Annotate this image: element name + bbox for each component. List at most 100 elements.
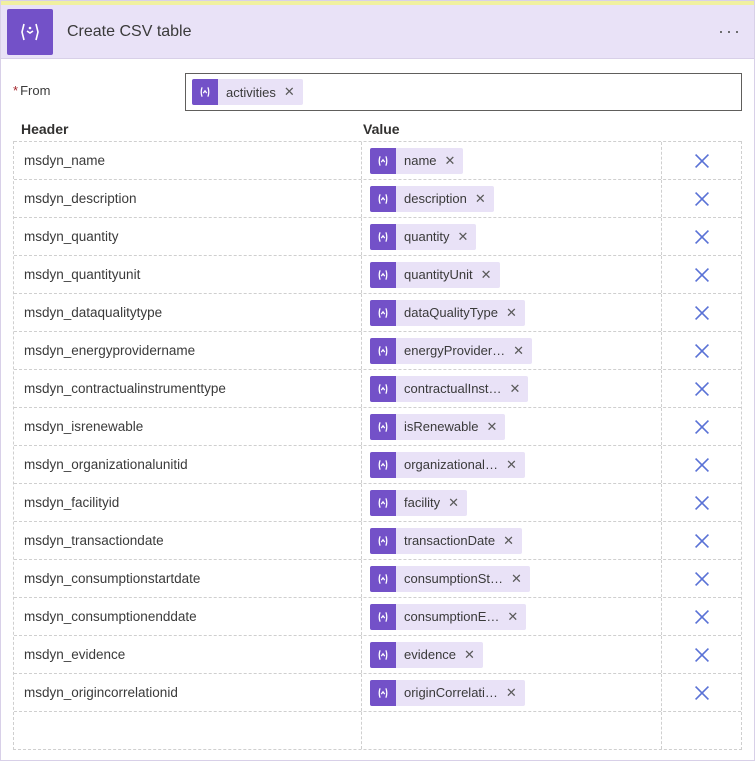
value-token[interactable]: consumptionE…✕ bbox=[370, 604, 526, 630]
value-cell[interactable]: quantity✕ bbox=[362, 218, 662, 255]
remove-token-icon[interactable]: ✕ bbox=[284, 84, 295, 100]
delete-row-icon[interactable] bbox=[691, 226, 713, 248]
mapping-row: msdyn_consumptionstartdate consumptionSt…… bbox=[14, 559, 741, 597]
columns-heading-row: Header Value bbox=[13, 121, 742, 137]
value-cell[interactable]: energyProvider…✕ bbox=[362, 332, 662, 369]
from-input[interactable]: activities ✕ bbox=[185, 73, 742, 111]
header-cell[interactable]: msdyn_dataqualitytype bbox=[14, 294, 362, 331]
mapping-row: msdyn_quantity quantity✕ bbox=[14, 217, 741, 255]
value-token[interactable]: facility✕ bbox=[370, 490, 467, 516]
delete-row-icon[interactable] bbox=[691, 454, 713, 476]
dynamic-content-icon bbox=[370, 338, 396, 364]
value-cell[interactable]: name✕ bbox=[362, 142, 662, 179]
value-cell[interactable]: facility✕ bbox=[362, 484, 662, 521]
value-cell[interactable]: consumptionSt…✕ bbox=[362, 560, 662, 597]
row-actions bbox=[662, 446, 741, 483]
remove-token-icon[interactable]: ✕ bbox=[486, 419, 497, 435]
delete-row-icon[interactable] bbox=[691, 682, 713, 704]
remove-token-icon[interactable]: ✕ bbox=[510, 381, 521, 397]
value-token[interactable]: transactionDate ✕ bbox=[370, 528, 522, 554]
remove-token-icon[interactable]: ✕ bbox=[458, 229, 469, 245]
value-token[interactable]: consumptionSt…✕ bbox=[370, 566, 530, 592]
header-cell[interactable]: msdyn_transactiondate bbox=[14, 522, 362, 559]
remove-token-icon[interactable]: ✕ bbox=[475, 191, 486, 207]
value-token[interactable]: evidence✕ bbox=[370, 642, 483, 668]
delete-row-icon[interactable] bbox=[691, 416, 713, 438]
card-icon bbox=[7, 9, 53, 55]
remove-token-icon[interactable]: ✕ bbox=[464, 647, 475, 663]
delete-row-icon[interactable] bbox=[691, 340, 713, 362]
header-cell[interactable]: msdyn_quantity bbox=[14, 218, 362, 255]
value-token-label: transactionDate bbox=[404, 533, 495, 548]
delete-row-icon[interactable] bbox=[691, 606, 713, 628]
remove-token-icon[interactable]: ✕ bbox=[507, 609, 518, 625]
delete-row-icon[interactable] bbox=[691, 492, 713, 514]
remove-token-icon[interactable]: ✕ bbox=[511, 571, 522, 587]
value-cell[interactable]: organizational…✕ bbox=[362, 446, 662, 483]
delete-row-icon[interactable] bbox=[691, 188, 713, 210]
header-cell[interactable]: msdyn_name bbox=[14, 142, 362, 179]
remove-token-icon[interactable]: ✕ bbox=[506, 685, 517, 701]
value-cell[interactable]: dataQualityType✕ bbox=[362, 294, 662, 331]
from-label: *From bbox=[13, 73, 185, 98]
mapping-row-empty bbox=[14, 711, 741, 749]
delete-row-icon[interactable] bbox=[691, 644, 713, 666]
row-actions bbox=[662, 218, 741, 255]
remove-token-icon[interactable]: ✕ bbox=[445, 153, 456, 169]
delete-row-icon[interactable] bbox=[691, 568, 713, 590]
delete-row-icon[interactable] bbox=[691, 530, 713, 552]
card-header: Create CSV table ··· bbox=[1, 1, 754, 59]
value-cell[interactable]: transactionDate ✕ bbox=[362, 522, 662, 559]
header-cell[interactable]: msdyn_contractualinstrumenttype bbox=[14, 370, 362, 407]
value-cell[interactable]: quantityUnit✕ bbox=[362, 256, 662, 293]
from-token[interactable]: activities ✕ bbox=[192, 79, 303, 105]
header-cell[interactable]: msdyn_facilityid bbox=[14, 484, 362, 521]
remove-token-icon[interactable]: ✕ bbox=[506, 457, 517, 473]
value-token[interactable]: dataQualityType✕ bbox=[370, 300, 525, 326]
value-cell[interactable]: originCorrelati…✕ bbox=[362, 674, 662, 711]
header-cell[interactable]: msdyn_energyprovidername bbox=[14, 332, 362, 369]
value-cell[interactable]: isRenewable✕ bbox=[362, 408, 662, 445]
value-token[interactable]: originCorrelati…✕ bbox=[370, 680, 525, 706]
header-cell[interactable]: msdyn_isrenewable bbox=[14, 408, 362, 445]
value-cell[interactable]: description✕ bbox=[362, 180, 662, 217]
dynamic-content-icon bbox=[370, 148, 396, 174]
value-token[interactable]: name✕ bbox=[370, 148, 463, 174]
delete-row-icon[interactable] bbox=[691, 264, 713, 286]
delete-row-icon[interactable] bbox=[691, 378, 713, 400]
header-cell[interactable]: msdyn_origincorrelationid bbox=[14, 674, 362, 711]
header-cell[interactable]: msdyn_consumptionstartdate bbox=[14, 560, 362, 597]
header-cell[interactable]: msdyn_description bbox=[14, 180, 362, 217]
value-cell[interactable]: contractualInst…✕ bbox=[362, 370, 662, 407]
header-cell[interactable]: msdyn_quantityunit bbox=[14, 256, 362, 293]
remove-token-icon[interactable]: ✕ bbox=[513, 343, 524, 359]
value-token[interactable]: quantityUnit✕ bbox=[370, 262, 500, 288]
required-marker: * bbox=[13, 83, 18, 98]
mapping-row: msdyn_dataqualitytype dataQualityType✕ bbox=[14, 293, 741, 331]
value-cell[interactable]: consumptionE…✕ bbox=[362, 598, 662, 635]
value-token[interactable]: description✕ bbox=[370, 186, 494, 212]
header-cell[interactable]: msdyn_consumptionenddate bbox=[14, 598, 362, 635]
header-cell[interactable]: msdyn_evidence bbox=[14, 636, 362, 673]
dynamic-content-icon bbox=[370, 414, 396, 440]
value-token[interactable]: contractualInst…✕ bbox=[370, 376, 528, 402]
header-cell[interactable]: msdyn_organizationalunitid bbox=[14, 446, 362, 483]
delete-row-icon[interactable] bbox=[691, 150, 713, 172]
value-token[interactable]: energyProvider…✕ bbox=[370, 338, 532, 364]
value-cell[interactable]: evidence✕ bbox=[362, 636, 662, 673]
value-token[interactable]: organizational…✕ bbox=[370, 452, 525, 478]
remove-token-icon[interactable]: ✕ bbox=[506, 305, 517, 321]
value-token[interactable]: isRenewable✕ bbox=[370, 414, 505, 440]
dynamic-content-icon bbox=[370, 376, 396, 402]
value-cell[interactable] bbox=[362, 712, 662, 749]
remove-token-icon[interactable]: ✕ bbox=[503, 533, 514, 549]
mapping-row: msdyn_name name✕ bbox=[14, 141, 741, 179]
value-token[interactable]: quantity✕ bbox=[370, 224, 476, 250]
dynamic-content-icon bbox=[370, 642, 396, 668]
mapping-row: msdyn_quantityunit quantityUnit✕ bbox=[14, 255, 741, 293]
remove-token-icon[interactable]: ✕ bbox=[448, 495, 459, 511]
header-cell[interactable] bbox=[14, 712, 362, 749]
card-menu-button[interactable]: ··· bbox=[710, 12, 750, 52]
remove-token-icon[interactable]: ✕ bbox=[481, 267, 492, 283]
delete-row-icon[interactable] bbox=[691, 302, 713, 324]
